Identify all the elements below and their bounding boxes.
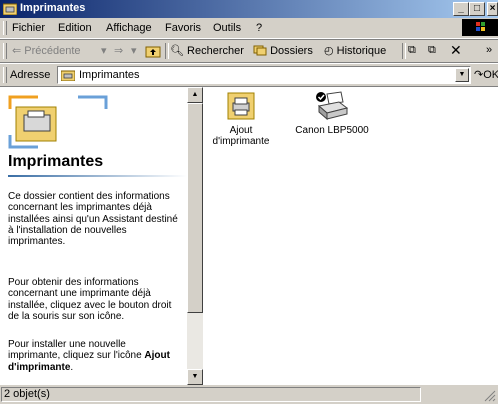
folders-icon <box>253 45 267 56</box>
status-bar: 2 objet(s) <box>0 385 498 404</box>
go-label: OK <box>483 69 498 81</box>
window-title: Imprimantes <box>20 2 86 14</box>
status-object-count: 2 objet(s) <box>1 387 421 402</box>
menu-grip[interactable] <box>3 21 7 35</box>
add-printer-item[interactable]: Ajout d'imprimante <box>201 90 281 147</box>
address-grip[interactable] <box>3 67 7 83</box>
menu-help[interactable]: ? <box>256 22 262 34</box>
pane-install-prefix: Pour installer une nouvelle imprimante, … <box>8 339 142 362</box>
toolbar: ⇐ Précédente ▾ ⇒ ▾ 🔍︎ Rechercher Dossier… <box>0 40 498 63</box>
menu-affichage[interactable]: Affichage <box>106 22 152 34</box>
menu-edition[interactable]: Edition <box>58 22 92 34</box>
pane-divider <box>8 175 187 177</box>
history-icon: ◴ <box>324 45 334 57</box>
address-value: Imprimantes <box>79 69 140 81</box>
folders-button[interactable]: Dossiers <box>253 44 313 57</box>
add-printer-icon <box>227 92 255 120</box>
title-bar[interactable]: Imprimantes _ □ × <box>0 0 498 18</box>
pane-description: Ce dossier contient des informations con… <box>8 191 178 248</box>
forward-dropdown-icon[interactable]: ▾ <box>131 44 137 57</box>
printers-folder-icon <box>61 70 75 81</box>
address-dropdown-button[interactable]: ▼ <box>455 68 469 82</box>
add-printer-label: Ajout d'imprimante <box>212 125 270 147</box>
pane-info-text: Pour obtenir des informations concernant… <box>8 277 172 322</box>
back-button[interactable]: ⇐ Précédente <box>12 44 81 57</box>
search-icon: 🔍︎ <box>170 45 184 57</box>
back-label: Précédente <box>24 45 81 57</box>
pane-title: Imprimantes <box>8 153 104 170</box>
move-to-icon: ⧉ <box>408 44 416 56</box>
copy-to-icon: ⧉ <box>428 44 436 56</box>
toolbar-separator <box>165 43 169 59</box>
forward-button[interactable]: ⇒ <box>114 44 123 57</box>
minimize-button[interactable]: _ <box>453 2 469 16</box>
go-arrow-icon: ↷ <box>474 69 484 81</box>
go-button[interactable]: ↷OK <box>474 68 498 81</box>
menu-bar: Fichier Edition Affichage Favoris Outils… <box>0 18 498 39</box>
up-folder-icon <box>145 46 161 58</box>
forward-arrow-icon: ⇒ <box>114 45 124 57</box>
webview-pane: Imprimantes Ce dossier contient des info… <box>0 87 187 385</box>
history-label: Historique <box>336 45 387 57</box>
address-label: Adresse <box>10 69 51 81</box>
resize-grip-icon[interactable] <box>484 390 496 402</box>
toolbar-separator-2 <box>402 43 406 59</box>
folders-label: Dossiers <box>270 45 313 57</box>
canon-printer-label: Canon LBP5000 <box>295 125 369 136</box>
menu-outils[interactable]: Outils <box>213 22 241 34</box>
windows-logo <box>462 19 498 36</box>
delete-button[interactable]: ✕ <box>450 42 462 59</box>
menu-fichier[interactable]: Fichier <box>12 22 45 34</box>
history-button[interactable]: ◴ Historique <box>324 44 386 57</box>
search-label: Rechercher <box>187 45 244 57</box>
address-input[interactable]: Imprimantes ▼ <box>57 66 471 84</box>
up-folder-button[interactable] <box>145 44 161 61</box>
search-button[interactable]: 🔍︎ Rechercher <box>170 44 244 57</box>
printers-banner-icon <box>8 95 108 149</box>
printers-folder-icon <box>3 3 17 15</box>
address-bar: Adresse Imprimantes ▼ ↷OK <box>0 63 498 87</box>
delete-icon: ✕ <box>450 42 462 58</box>
pane-install-suffix: . <box>70 361 74 373</box>
printer-icon <box>316 91 349 121</box>
toolbar-overflow-icon[interactable]: » <box>486 44 492 56</box>
folder-view: Imprimantes Ce dossier contient des info… <box>0 86 498 385</box>
copy-to-button[interactable]: ⧉ <box>428 44 436 57</box>
pane-install-text: Pour installer une nouvelle imprimante, … <box>8 339 180 373</box>
back-dropdown-icon[interactable]: ▾ <box>101 44 107 57</box>
menu-favoris[interactable]: Favoris <box>165 22 201 34</box>
back-arrow-icon: ⇐ <box>12 45 22 57</box>
close-button[interactable]: × <box>487 2 498 16</box>
maximize-button[interactable]: □ <box>469 2 485 16</box>
scroll-down-button[interactable]: ▼ <box>187 369 203 385</box>
toolbar-grip[interactable] <box>3 43 7 59</box>
canon-printer-item[interactable]: Canon LBP5000 <box>292 90 372 136</box>
move-to-button[interactable]: ⧉ <box>408 44 416 57</box>
